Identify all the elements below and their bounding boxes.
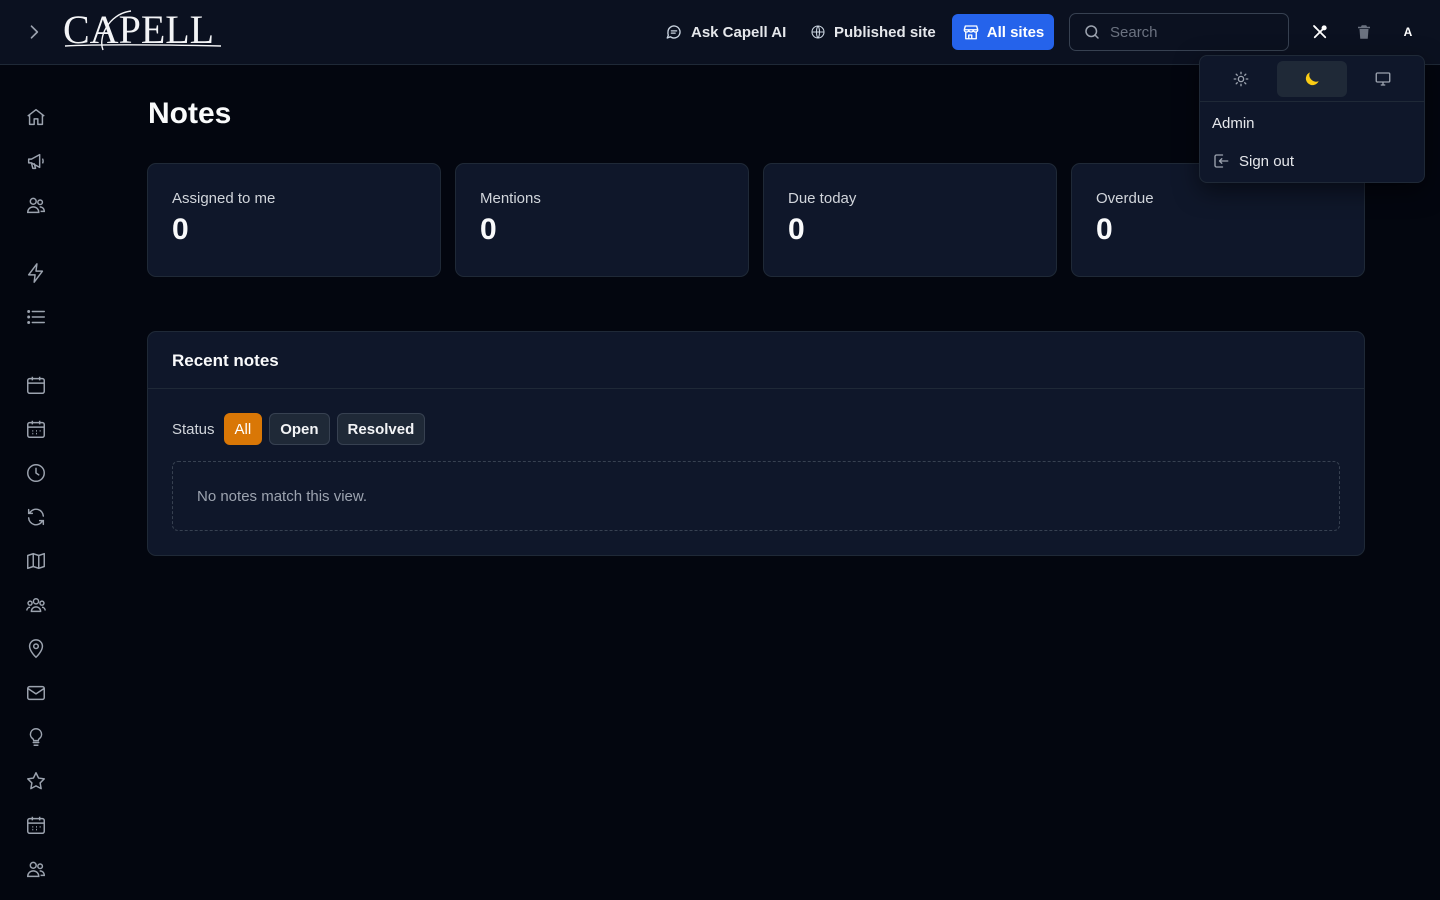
sidebar-item-calendar[interactable] [24,373,48,397]
sidebar-item-history[interactable] [24,461,48,485]
ask-ai-label: Ask Capell AI [691,23,787,41]
refresh-icon [27,508,45,526]
calendar-grid-icon [27,420,45,438]
lightbulb-icon [29,728,43,746]
tools-icon[interactable] [1308,20,1332,44]
stat-value: 0 [172,213,189,246]
stat-label: Overdue [1096,190,1154,207]
recent-notes-panel: Recent notes Status All Open Resolved No… [147,331,1365,556]
globe-icon [810,24,826,40]
chat-icon [665,23,683,41]
stat-label: Due today [788,190,857,207]
stat-card-due-today[interactable]: Due today 0 [763,163,1057,277]
stat-value: 0 [480,213,497,246]
bolt-icon [27,263,44,283]
calendar-icon [27,376,45,394]
filter-open-button[interactable]: Open [269,413,330,445]
mail-icon [27,685,45,701]
star-icon [27,772,45,790]
all-sites-label: All sites [986,23,1045,41]
sign-out-icon [1212,152,1230,170]
status-filter: Status All Open Resolved [172,413,426,445]
sidebar-item-lists[interactable] [24,305,48,329]
calendar-grid-icon [27,816,45,834]
sign-out-label: Sign out [1239,152,1295,170]
home-icon [27,108,45,126]
search-box [1069,13,1289,51]
sidebar-item-sync[interactable] [24,505,48,529]
sidebar-item-map[interactable] [24,549,48,573]
sign-out-button[interactable]: Sign out [1212,150,1294,172]
users-icon [27,197,45,214]
filter-all-button[interactable]: All [223,413,263,445]
all-sites-button[interactable]: All sites [952,14,1054,50]
sidebar-item-schedule[interactable] [24,417,48,441]
theme-system-button[interactable] [1348,61,1418,97]
stat-card-mentions[interactable]: Mentions 0 [455,163,749,277]
sidebar-item-favorites[interactable] [24,769,48,793]
sidebar-item-automations[interactable] [24,261,48,285]
stat-label: Assigned to me [172,190,276,207]
recent-notes-title: Recent notes [148,332,1364,389]
sidebar-item-ideas[interactable] [24,725,48,749]
chevron-right-icon[interactable] [22,20,46,44]
sidebar [0,65,72,900]
sun-icon [1233,71,1249,86]
map-pin-icon [28,639,44,659]
megaphone-icon [27,153,44,170]
menu-user-name: Admin [1212,115,1255,132]
users-icon [27,861,45,878]
search-icon [1083,23,1101,41]
sidebar-item-events[interactable] [24,813,48,837]
monitor-icon [1375,71,1391,86]
theme-dark-button[interactable] [1277,60,1347,97]
sidebar-item-mail[interactable] [24,681,48,705]
page-title: Notes [148,97,232,130]
stat-label: Mentions [480,190,541,207]
map-icon [27,552,45,570]
theme-light-button[interactable] [1206,61,1276,97]
sidebar-item-contacts[interactable] [24,193,48,217]
moon-icon [1305,71,1319,85]
logo[interactable]: CAPELL [63,8,223,52]
empty-state: No notes match this view. [172,461,1340,531]
stat-value: 0 [788,213,805,246]
list-icon [27,310,45,324]
trash-icon[interactable] [1352,20,1376,44]
ask-ai-link[interactable]: Ask Capell AI [665,14,786,50]
clock-icon [27,464,45,482]
search-input[interactable] [1110,23,1270,41]
stat-card-assigned[interactable]: Assigned to me 0 [147,163,441,277]
storefront-icon [962,23,980,41]
status-filter-label: Status [172,420,215,438]
user-group-icon [26,598,46,613]
sidebar-item-announcements[interactable] [24,149,48,173]
sidebar-item-locations[interactable] [24,637,48,661]
published-site-link[interactable]: Published site [810,14,936,50]
avatar[interactable]: A [1396,20,1420,44]
logo-swoosh [64,10,222,51]
published-site-label: Published site [834,23,936,41]
theme-switcher [1200,56,1424,102]
sidebar-item-team[interactable] [24,857,48,881]
sidebar-item-groups[interactable] [24,593,48,617]
filter-resolved-button[interactable]: Resolved [336,413,426,445]
stat-value: 0 [1096,213,1113,246]
sidebar-item-home[interactable] [24,105,48,129]
user-menu: Admin Sign out [1199,55,1425,183]
